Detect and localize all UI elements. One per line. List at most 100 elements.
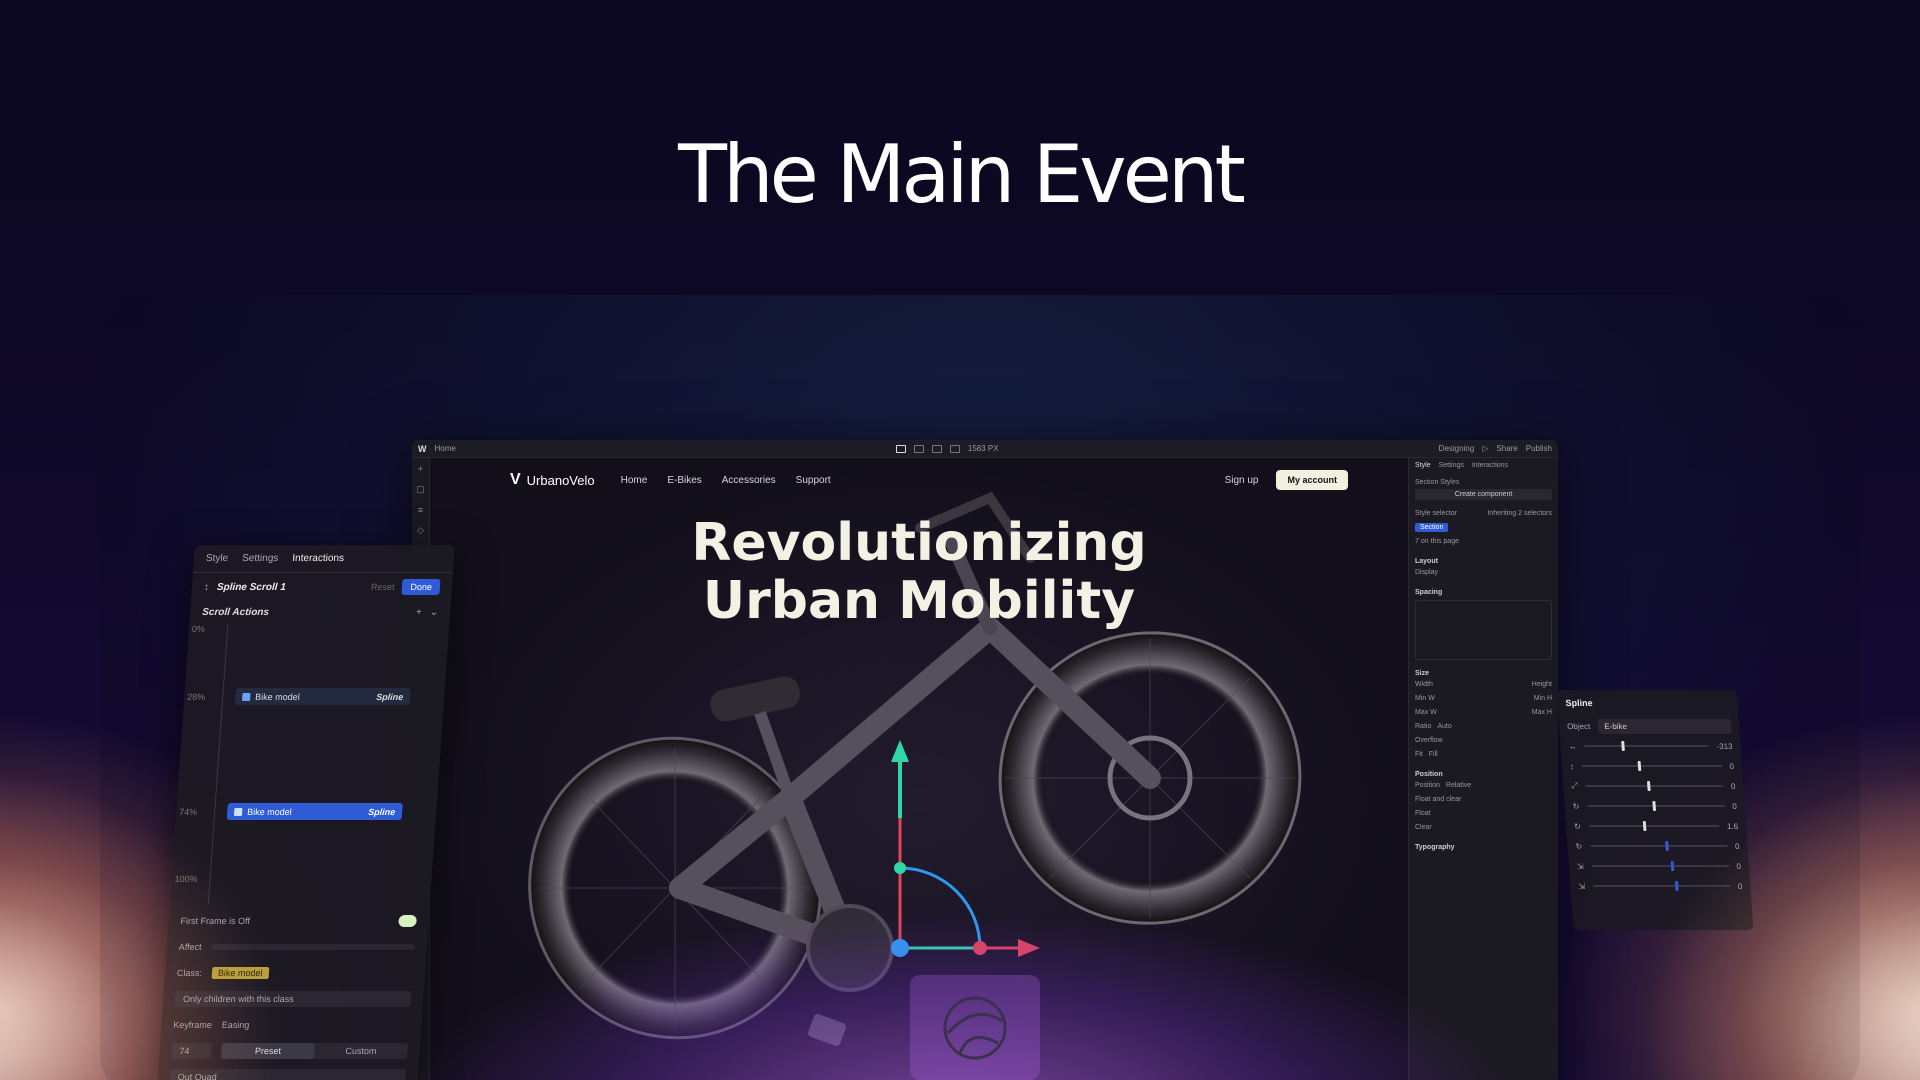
tab-interactions[interactable]: Interactions — [1472, 462, 1508, 469]
ip-tab-style[interactable]: Style — [206, 553, 229, 564]
custom-option[interactable]: Custom — [314, 1043, 408, 1059]
easing-label: Easing — [221, 1020, 250, 1030]
position-value[interactable]: Relative — [1446, 782, 1471, 789]
mobile-breakpoint-icon[interactable] — [949, 444, 960, 453]
done-button[interactable]: Done — [401, 579, 441, 595]
ease-select[interactable]: Out Quad — [169, 1069, 407, 1080]
preset-option[interactable]: Preset — [220, 1043, 316, 1059]
keyframe-input[interactable]: 74 — [170, 1043, 213, 1059]
spline-panel-title: Spline — [1565, 698, 1593, 708]
share-button[interactable]: Share — [1496, 444, 1517, 453]
transform-slider[interactable] — [1592, 881, 1730, 891]
transform-slider[interactable] — [1587, 801, 1725, 811]
canvas-width-readout: 1583 PX — [967, 444, 999, 453]
nav-link-ebikes[interactable]: E-Bikes — [667, 475, 701, 486]
hero-title[interactable]: Revolutionizing Urban Mobility — [430, 514, 1408, 630]
page-selector[interactable]: Home — [435, 444, 456, 453]
spline-logo — [910, 975, 1040, 1080]
fit-value[interactable]: Fill — [1429, 751, 1438, 758]
interactions-panel: Style Settings Interactions ↕ Spline Scr… — [157, 545, 455, 1080]
landscape-breakpoint-icon[interactable] — [931, 444, 942, 453]
affect-select[interactable] — [211, 944, 415, 950]
slider-value[interactable]: 0 — [1732, 802, 1737, 811]
first-frame-label: First Frame is Off — [180, 916, 251, 926]
signup-link[interactable]: Sign up — [1225, 475, 1259, 486]
ratio-label: Ratio — [1415, 722, 1432, 730]
webflow-logo-icon[interactable]: W — [418, 444, 427, 454]
tab-settings[interactable]: Settings — [1439, 462, 1464, 469]
nav-link-accessories[interactable]: Accessories — [722, 475, 776, 486]
selector-chip[interactable]: Section — [1415, 522, 1449, 532]
add-element-icon[interactable]: + — [418, 464, 423, 474]
cube-icon — [242, 692, 251, 701]
site-navbar: V UrbanoVelo Home E-Bikes Accessories Su… — [510, 468, 1348, 492]
preview-play-icon[interactable]: ▷ — [1482, 444, 1488, 453]
transform-slider[interactable] — [1585, 781, 1723, 791]
spacing-heading[interactable]: Spacing — [1415, 589, 1552, 596]
rotate-icon: ↻ — [1575, 841, 1583, 851]
tablet-breakpoint-icon[interactable] — [913, 444, 924, 453]
transform-slider[interactable] — [1584, 741, 1709, 751]
keyframe-pct-28: 28% — [186, 692, 206, 702]
page-headline: The Main Event — [678, 128, 1246, 221]
layout-heading[interactable]: Layout — [1415, 558, 1552, 565]
class-tag[interactable]: Bike model — [211, 967, 269, 979]
add-action-icon[interactable]: + — [416, 607, 423, 618]
slider-value[interactable]: 0 — [1736, 862, 1741, 871]
slider-value[interactable]: 1.6 — [1727, 822, 1739, 831]
transform-slider[interactable] — [1581, 761, 1722, 771]
keyframe-pct-74: 74% — [178, 807, 198, 817]
size-heading[interactable]: Size — [1415, 670, 1552, 677]
overflow-label: Overflow — [1415, 736, 1443, 744]
nav-link-home[interactable]: Home — [621, 475, 648, 486]
reset-button[interactable]: Reset — [371, 582, 395, 592]
style-panel: Style Settings Interactions Section Styl… — [1408, 458, 1558, 1080]
mode-dropdown[interactable]: Designing — [1439, 444, 1475, 453]
object-select[interactable]: E-bike — [1597, 718, 1732, 734]
position-heading[interactable]: Position — [1415, 771, 1552, 778]
transform-slider[interactable] — [1591, 861, 1729, 871]
float-label: Float — [1415, 809, 1431, 817]
slider-value[interactable]: 0 — [1729, 762, 1734, 771]
object-label: Object — [1566, 721, 1591, 731]
brand-logo-icon: V — [510, 471, 521, 488]
axis-icon: ↔ — [1568, 741, 1577, 751]
spacing-box-model[interactable] — [1415, 600, 1552, 660]
create-component-button[interactable]: Create component — [1415, 489, 1552, 500]
designer-topbar: W Home 1583 PX Designing ▷ Share Publish — [412, 440, 1558, 458]
keyframe-bike-model-28[interactable]: Bike model Spline — [234, 688, 411, 705]
tab-style[interactable]: Style — [1415, 462, 1431, 469]
section-styles-row[interactable]: Section Styles — [1415, 475, 1552, 489]
pages-icon[interactable]: ▢ — [416, 484, 425, 495]
slider-value[interactable]: 0 — [1735, 842, 1740, 851]
nav-link-support[interactable]: Support — [796, 475, 831, 486]
slider-value[interactable]: -313 — [1716, 742, 1733, 751]
transform-slider[interactable] — [1590, 841, 1728, 851]
slider-value[interactable]: 0 — [1731, 782, 1736, 791]
my-account-button[interactable]: My account — [1276, 470, 1348, 490]
max-w-label: Max W — [1415, 708, 1437, 716]
axis-icon: ⤢ — [1570, 781, 1579, 790]
inheriting-label: Inheriting 2 selectors — [1487, 509, 1552, 517]
ip-tab-settings[interactable]: Settings — [242, 553, 279, 564]
float-clear-toggle[interactable]: Float and clear — [1415, 796, 1461, 803]
typography-heading[interactable]: Typography — [1415, 844, 1552, 851]
scale-icon: ⇲ — [1577, 881, 1586, 891]
rotate-icon: ↻ — [1572, 801, 1580, 811]
ip-tab-interactions[interactable]: Interactions — [292, 553, 344, 564]
clear-label: Clear — [1415, 823, 1432, 831]
navigator-icon[interactable]: ≡ — [418, 505, 423, 515]
transform-slider[interactable] — [1588, 821, 1720, 831]
site-brand[interactable]: V UrbanoVelo — [510, 471, 595, 489]
chevron-down-icon[interactable]: ⌄ — [429, 607, 438, 618]
publish-button[interactable]: Publish — [1526, 444, 1552, 453]
children-scope-select[interactable]: Only children with this class — [174, 991, 412, 1007]
desktop-breakpoint-icon[interactable] — [895, 444, 906, 453]
ratio-value[interactable]: Auto — [1437, 723, 1451, 730]
keyframe-bike-model-74[interactable]: Bike model Spline — [226, 803, 403, 820]
easing-mode-toggle[interactable]: Preset Custom — [220, 1043, 409, 1059]
scroll-actions-heading: Scroll Actions — [201, 607, 270, 618]
first-frame-toggle[interactable] — [398, 915, 418, 927]
components-icon[interactable]: ◇ — [417, 525, 424, 536]
slider-value[interactable]: 0 — [1738, 882, 1743, 891]
